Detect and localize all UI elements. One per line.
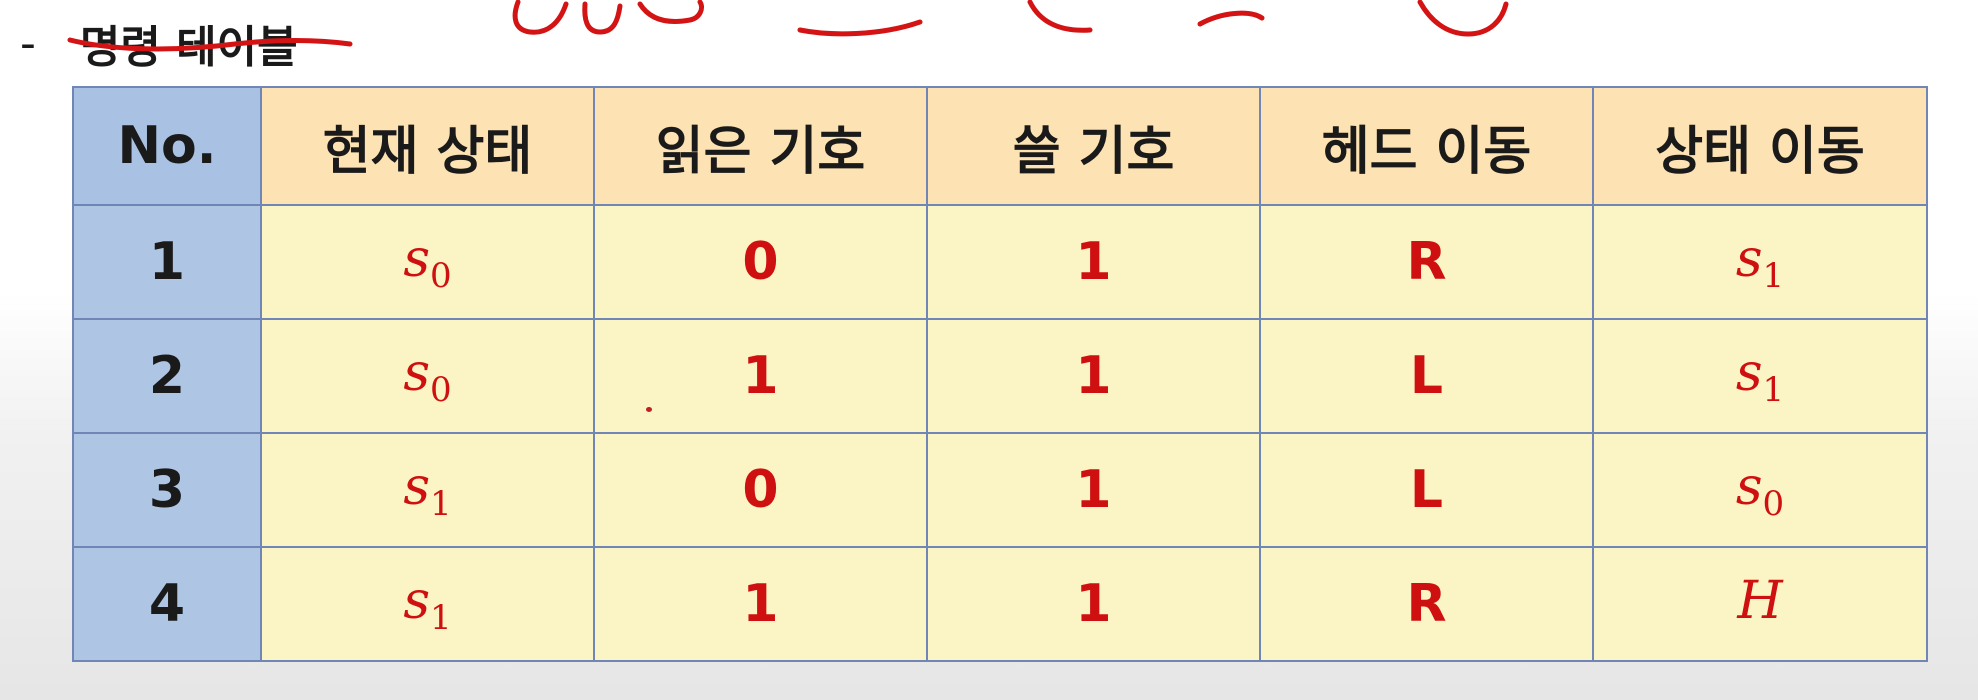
state-symbol: s xyxy=(1735,228,1763,289)
next-state-cell: s1 xyxy=(1592,318,1928,434)
header-no: No. xyxy=(72,86,262,206)
current-state-cell: s1 xyxy=(260,546,595,662)
state-symbol: s xyxy=(403,570,431,631)
row-number: 2 xyxy=(72,318,262,434)
header-current-state: 현재 상태 xyxy=(260,86,595,206)
next-state-cell: H xyxy=(1592,546,1928,662)
heading-bullet: - xyxy=(20,17,36,69)
heading-title: 명령 테이블 xyxy=(79,22,298,73)
current-state-cell: s0 xyxy=(260,204,595,320)
state-subscript: 0 xyxy=(430,255,452,296)
state-subscript: 1 xyxy=(1762,369,1785,410)
table-row: 2 s0 1 1 L s1 xyxy=(72,318,1928,434)
read-symbol-cell: 1 xyxy=(593,546,928,662)
write-symbol-cell: 1 xyxy=(926,204,1261,320)
stray-ink-dot xyxy=(646,407,652,412)
state-symbol: s xyxy=(1735,456,1763,517)
state-subscript: 1 xyxy=(430,483,452,524)
table-row: 4 s1 1 1 R H xyxy=(72,546,1928,662)
read-symbol-cell: 0 xyxy=(593,204,928,320)
next-state-cell: s0 xyxy=(1592,432,1928,548)
state-subscript: 1 xyxy=(430,597,452,638)
read-symbol-cell: 1 xyxy=(593,318,928,434)
state-subscript: 0 xyxy=(1762,483,1785,524)
write-symbol-cell: 1 xyxy=(926,546,1261,662)
state-subscript: 1 xyxy=(1762,255,1785,296)
table-row: 3 s1 0 1 L s0 xyxy=(72,432,1928,548)
annotation-stroke-1 xyxy=(512,0,569,35)
header-write-symbol: 쓸 기호 xyxy=(926,86,1261,206)
state-symbol: s xyxy=(403,228,431,289)
table-row: 1 s0 0 1 R s1 xyxy=(72,204,1928,320)
header-read-symbol: 읽은 기호 xyxy=(593,86,928,206)
table-header-row: No. 현재 상태 읽은 기호 쓸 기호 헤드 이동 상태 이동 xyxy=(72,86,1928,206)
state-symbol: s xyxy=(403,342,431,403)
annotation-stroke-3 xyxy=(637,0,705,24)
write-symbol-cell: 1 xyxy=(926,318,1261,434)
annotation-stroke-7 xyxy=(1417,0,1509,37)
head-move-cell: R xyxy=(1259,204,1594,320)
head-move-cell: L xyxy=(1259,318,1594,434)
state-subscript: 0 xyxy=(430,369,452,410)
annotation-stroke-2 xyxy=(582,1,623,35)
next-state-cell: s1 xyxy=(1592,204,1928,320)
instruction-table: No. 현재 상태 읽은 기호 쓸 기호 헤드 이동 상태 이동 1 s0 0 … xyxy=(72,86,1928,662)
row-number: 1 xyxy=(72,204,262,320)
section-heading: - 명령 테이블 xyxy=(20,8,298,78)
head-move-cell: R xyxy=(1259,546,1594,662)
annotation-stroke-6 xyxy=(1197,10,1265,27)
state-symbol: H xyxy=(1737,570,1783,631)
annotation-stroke-4 xyxy=(797,19,923,37)
read-symbol-cell: 0 xyxy=(593,432,928,548)
row-number: 3 xyxy=(72,432,262,548)
head-move-cell: L xyxy=(1259,432,1594,548)
annotation-stroke-5 xyxy=(1027,0,1093,33)
row-number: 4 xyxy=(72,546,262,662)
header-next-state: 상태 이동 xyxy=(1592,86,1928,206)
write-symbol-cell: 1 xyxy=(926,432,1261,548)
state-symbol: s xyxy=(403,456,431,517)
instruction-table-wrapper: No. 현재 상태 읽은 기호 쓸 기호 헤드 이동 상태 이동 1 s0 0 … xyxy=(72,86,1928,662)
header-head-move: 헤드 이동 xyxy=(1259,86,1594,206)
current-state-cell: s1 xyxy=(260,432,595,548)
state-symbol: s xyxy=(1735,342,1763,403)
current-state-cell: s0 xyxy=(260,318,595,434)
